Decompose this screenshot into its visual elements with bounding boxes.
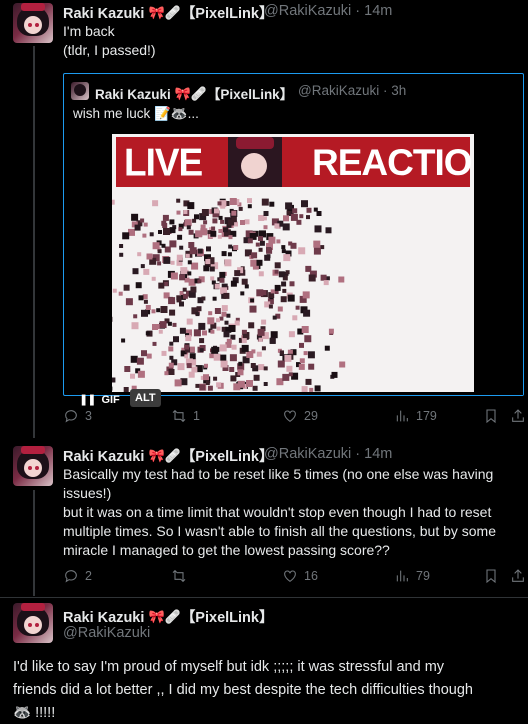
bandage-emoji: 🩹 xyxy=(164,5,181,20)
author-name-text: Raki Kazuki xyxy=(63,610,145,626)
like-count: 16 xyxy=(304,569,318,583)
author-tag: 【PixelLink】 xyxy=(180,6,274,22)
live-reaction-banner: LIVE REACTION xyxy=(116,137,474,187)
share-button[interactable] xyxy=(510,408,526,424)
tweet-text: I'd like to say I'm proud of myself but … xyxy=(13,659,473,721)
pause-icon[interactable]: ❚❚ xyxy=(79,393,96,406)
repost-count: 1 xyxy=(193,409,200,423)
repost-icon xyxy=(172,409,186,423)
quote-avatar xyxy=(71,82,89,100)
author-handle[interactable]: @RakiKazuki · 14m xyxy=(264,3,392,19)
thread-line xyxy=(33,46,35,438)
repost-button[interactable]: 1 xyxy=(171,408,200,424)
reply-icon xyxy=(65,410,77,423)
like-icon xyxy=(284,410,296,422)
avatar[interactable] xyxy=(13,3,53,43)
ribbon-emoji: 🎀 xyxy=(174,86,191,101)
views-button[interactable]: 179 xyxy=(394,408,437,424)
reply-button[interactable]: 2 xyxy=(63,568,92,584)
reply-icon xyxy=(65,570,77,583)
tweet-text: I'm back (tldr, I passed!) xyxy=(63,23,156,58)
ribbon-emoji: 🎀 xyxy=(148,448,165,463)
gif-frame: LIVE REACTION xyxy=(112,134,474,392)
bookmark-button[interactable] xyxy=(483,568,499,584)
author-tag: 【PixelLink】 xyxy=(180,610,274,626)
pixel-dissolve-graphic xyxy=(112,198,346,392)
tweet-actions: 2 16 79 xyxy=(63,568,526,586)
reply-button[interactable]: 3 xyxy=(63,408,92,424)
quote-author-tag: 【PixelLink】 xyxy=(206,87,294,102)
tweet-text: Basically my test had to be reset like 5… xyxy=(63,466,497,558)
like-button[interactable]: 29 xyxy=(282,408,318,424)
bandage-emoji: 🩹 xyxy=(164,609,181,624)
repost-button[interactable] xyxy=(171,568,193,584)
bookmark-icon xyxy=(486,569,496,584)
views-button[interactable]: 79 xyxy=(394,568,430,584)
reply-count: 2 xyxy=(85,569,92,583)
banner-reaction-text: REACTION xyxy=(312,142,474,183)
author-tag: 【PixelLink】 xyxy=(180,449,274,465)
author-handle[interactable]: @RakiKazuki · 14m xyxy=(264,446,392,462)
quote-author-name: Raki Kazuki 🎀🩹【PixelLink】 xyxy=(95,83,293,103)
share-button[interactable] xyxy=(510,568,526,584)
author-handle[interactable]: @RakiKazuki xyxy=(63,625,150,641)
share-icon xyxy=(512,409,524,422)
quote-author-name-text: Raki Kazuki xyxy=(95,87,171,102)
like-button[interactable]: 16 xyxy=(282,568,318,584)
views-icon xyxy=(396,410,408,422)
views-count: 79 xyxy=(416,569,430,583)
divider xyxy=(0,597,528,598)
ribbon-emoji: 🎀 xyxy=(148,609,165,624)
bookmark-button[interactable] xyxy=(483,408,499,424)
tweet-actions: 3 1 29 179 xyxy=(63,408,526,426)
reply-count: 3 xyxy=(85,409,92,423)
author-name-text: Raki Kazuki xyxy=(63,6,145,22)
views-count: 179 xyxy=(416,409,437,423)
share-icon xyxy=(512,569,524,582)
banner-character xyxy=(228,137,282,187)
like-count: 29 xyxy=(304,409,318,423)
gif-label: GIF xyxy=(101,394,120,406)
bandage-emoji: 🩹 xyxy=(190,86,207,101)
alt-badge[interactable]: ALT xyxy=(130,389,161,407)
quote-text: wish me luck 📝🦝... xyxy=(73,106,199,121)
quoted-tweet[interactable]: Raki Kazuki 🎀🩹【PixelLink】 @RakiKazuki · … xyxy=(63,73,524,407)
bandage-emoji: 🩹 xyxy=(164,448,181,463)
avatar[interactable] xyxy=(13,446,53,486)
gif-badge[interactable]: ❚❚ GIF xyxy=(79,393,120,406)
author-name-text: Raki Kazuki xyxy=(63,449,145,465)
gif-media[interactable]: LIVE REACTION ❚❚ GIF ALT xyxy=(65,130,523,407)
author-name[interactable]: Raki Kazuki 🎀🩹【PixelLink】 xyxy=(63,445,273,466)
bookmark-icon xyxy=(486,409,496,424)
banner-live-text: LIVE xyxy=(124,140,203,184)
thread-line xyxy=(33,490,35,596)
repost-icon xyxy=(172,569,186,583)
ribbon-emoji: 🎀 xyxy=(148,5,165,20)
avatar[interactable] xyxy=(13,603,53,643)
quote-author-handle: @RakiKazuki · 3h xyxy=(298,83,407,98)
author-name[interactable]: Raki Kazuki 🎀🩹【PixelLink】 xyxy=(63,606,273,627)
author-name[interactable]: Raki Kazuki 🎀🩹【PixelLink】 xyxy=(63,2,273,23)
views-icon xyxy=(396,570,408,582)
like-icon xyxy=(284,570,296,582)
